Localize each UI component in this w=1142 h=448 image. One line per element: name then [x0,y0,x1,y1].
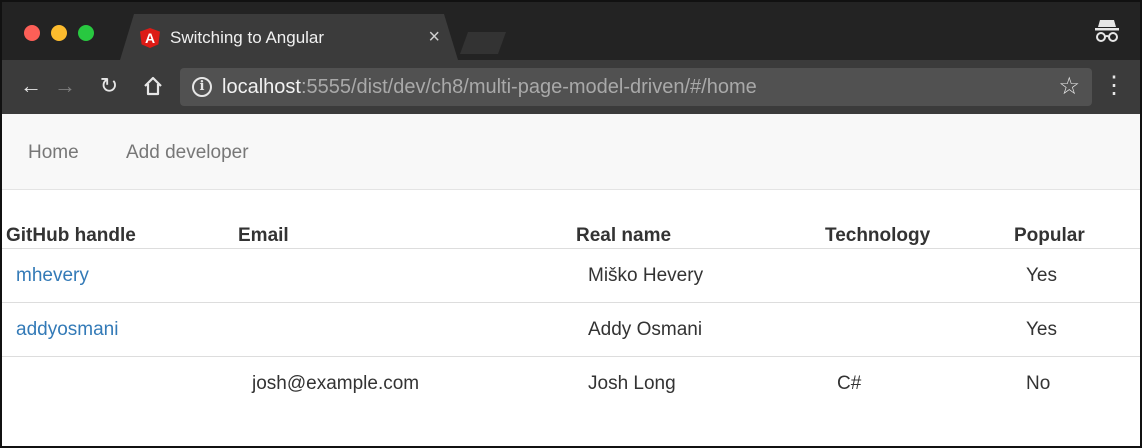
table-row: mhevery Miško Hevery Yes [2,248,1140,302]
real-name-cell: Josh Long [588,373,676,394]
tab-title: Switching to Angular [170,28,325,47]
header-technology: Technology [825,225,931,246]
window-minimize-button[interactable] [51,25,67,41]
tab-close-icon[interactable]: × [428,26,440,48]
window-maximize-button[interactable] [78,25,94,41]
real-name-cell: Miško Hevery [588,265,704,286]
tab-bar: A Switching to Angular × [2,2,1140,60]
home-icon[interactable] [138,71,168,101]
back-arrow-icon[interactable]: ← [16,71,46,101]
nav-link-add-developer[interactable]: Add developer [126,142,249,164]
popular-cell: No [1026,373,1051,394]
github-handle-link[interactable]: mhevery [16,265,89,287]
browser-toolbar: ← → ↻ i localhost:5555/dist/dev/ch8/mult… [2,60,1140,114]
info-icon[interactable]: i [192,77,212,97]
email-cell: josh@example.com [252,373,420,394]
real-name-cell: Addy Osmani [588,319,703,340]
technology-cell: C# [837,373,862,394]
angular-favicon-icon: A [140,28,160,48]
url-path: :5555/dist/dev/ch8/multi-page-model-driv… [300,76,757,98]
url-host: localhost [222,76,301,98]
header-email: Email [238,225,289,246]
app-navbar: Home Add developer [2,114,1140,190]
address-bar[interactable]: i localhost:5555/dist/dev/ch8/multi-page… [180,68,1092,106]
star-icon[interactable]: ☆ [1058,72,1080,102]
github-handle-link[interactable]: addyosmani [16,319,118,341]
table-row: addyosmani Addy Osmani Yes [2,302,1140,356]
menu-icon[interactable]: ⋮ [1102,71,1126,101]
reload-icon[interactable]: ↻ [94,71,124,101]
window-close-button[interactable] [24,25,40,41]
browser-tab[interactable]: A Switching to Angular × [120,14,458,60]
popular-cell: Yes [1026,319,1057,340]
incognito-icon [1095,20,1119,42]
header-github-handle: GitHub handle [6,225,136,246]
nav-link-home[interactable]: Home [28,142,79,164]
new-tab-button[interactable] [460,32,506,54]
table-row: josh@example.com Josh Long C# No [2,356,1140,410]
forward-arrow-icon[interactable]: → [50,71,80,101]
popular-cell: Yes [1026,265,1057,286]
header-popular: Popular [1014,225,1085,246]
url-text: localhost:5555/dist/dev/ch8/multi-page-m… [222,76,757,98]
header-real-name: Real name [576,225,672,246]
browser-window: A Switching to Angular × ← → ↻ i localho… [0,0,1142,448]
